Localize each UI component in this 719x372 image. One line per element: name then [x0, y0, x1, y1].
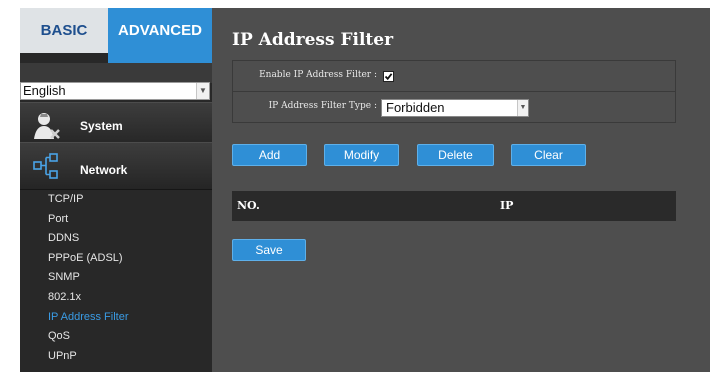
sidebar-item-qos[interactable]: QoS — [20, 327, 212, 347]
page-title: IP Address Filter — [232, 30, 394, 50]
sidebar-item-snmp[interactable]: SNMP — [20, 268, 212, 288]
sidebar-item-port[interactable]: Port — [20, 210, 212, 230]
sidebar-item-8021x[interactable]: 802.1x — [20, 288, 212, 308]
enable-row: Enable IP Address Filter : — [233, 61, 675, 92]
language-select-value: English — [23, 83, 66, 98]
sidebar-section-system-label: System — [80, 119, 123, 133]
chevron-down-icon: ▼ — [196, 83, 209, 99]
network-icon — [32, 151, 62, 181]
sidebar-item-ddns[interactable]: DDNS — [20, 229, 212, 249]
filter-type-row: IP Address Filter Type : Forbidden ▼ — [233, 92, 675, 123]
sidebar-item-ip-address-filter[interactable]: IP Address Filter — [20, 308, 212, 328]
active-tab-indicator — [108, 53, 212, 63]
sidebar-item-pppoe[interactable]: PPPoE (ADSL) — [20, 249, 212, 269]
checkmark-icon — [384, 73, 393, 81]
sidebar-section-network-label: Network — [80, 163, 128, 177]
sidebar-section-network[interactable]: Network — [20, 142, 212, 190]
main-panel: IP Address Filter Enable IP Address Filt… — [212, 8, 719, 372]
filter-type-label: IP Address Filter Type : — [268, 101, 377, 111]
sidebar-item-upnp[interactable]: UPnP — [20, 347, 212, 367]
page-edge — [710, 8, 719, 372]
tab-advanced[interactable]: ADVANCED — [108, 8, 212, 53]
language-select[interactable]: English ▼ — [20, 82, 210, 100]
sidebar: BASIC ADVANCED English ▼ System Network … — [20, 8, 212, 372]
save-button[interactable]: Save — [232, 239, 306, 261]
mode-tabs: BASIC ADVANCED — [20, 8, 212, 53]
column-header-ip: IP — [500, 199, 514, 212]
clear-button[interactable]: Clear — [511, 144, 586, 166]
network-menu: TCP/IP Port DDNS PPPoE (ADSL) SNMP 802.1… — [20, 190, 212, 366]
column-header-no: NO. — [237, 199, 260, 212]
modify-button[interactable]: Modify — [324, 144, 399, 166]
delete-button[interactable]: Delete — [417, 144, 494, 166]
language-bar — [20, 63, 212, 83]
ip-list-table: NO. IP — [232, 191, 676, 221]
enable-filter-label: Enable IP Address Filter : — [259, 70, 377, 80]
chevron-down-icon: ▼ — [517, 100, 528, 116]
add-button[interactable]: Add — [232, 144, 307, 166]
enable-filter-checkbox[interactable] — [383, 71, 394, 82]
filter-type-value: Forbidden — [386, 100, 445, 115]
tab-basic[interactable]: BASIC — [20, 8, 108, 53]
filter-type-select[interactable]: Forbidden ▼ — [381, 99, 529, 117]
filter-settings: Enable IP Address Filter : IP Address Fi… — [232, 60, 676, 123]
system-user-icon — [32, 111, 62, 141]
sidebar-item-tcp-ip[interactable]: TCP/IP — [20, 190, 212, 210]
